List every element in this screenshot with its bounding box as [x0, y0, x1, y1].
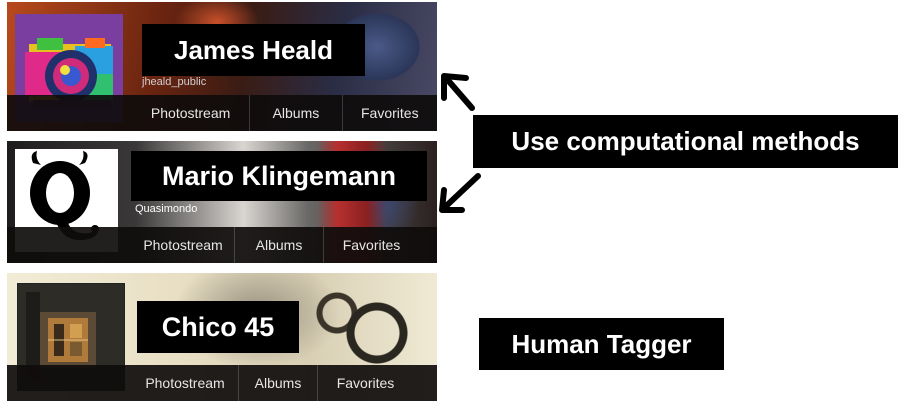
arrows — [439, 73, 481, 213]
computational-methods-label: Use computational methods — [473, 115, 898, 168]
arrow-down-left-icon — [439, 173, 481, 213]
human-tagger-label: Human Tagger — [479, 318, 724, 370]
arrow-up-left-icon — [441, 73, 475, 111]
